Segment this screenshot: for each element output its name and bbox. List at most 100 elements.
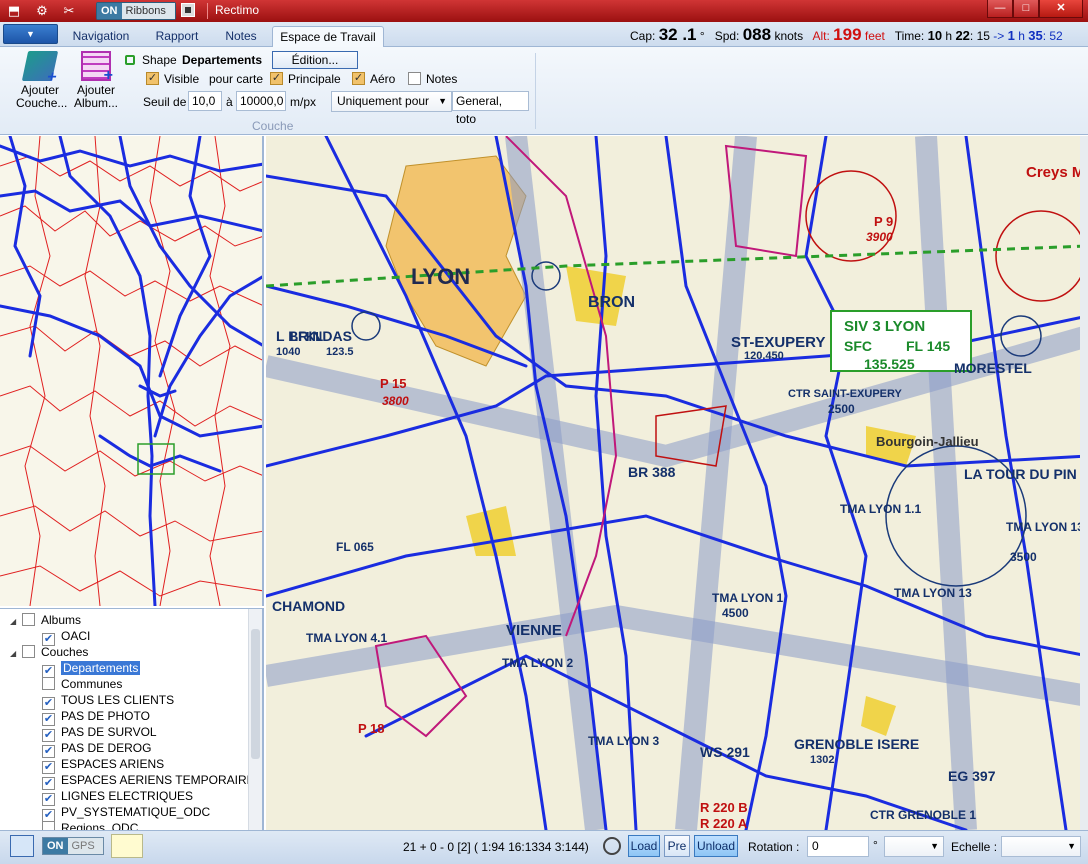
- close-button[interactable]: ✕: [1039, 0, 1083, 18]
- mode-select[interactable]: Uniquement pour ▼: [331, 91, 452, 112]
- unload-button[interactable]: Unload: [694, 835, 738, 857]
- note-box[interactable]: [111, 834, 143, 858]
- tree-layer-item[interactable]: Departements: [42, 661, 141, 678]
- principale-checkbox[interactable]: [270, 72, 283, 85]
- compass-dropdown[interactable]: ▼: [884, 836, 944, 857]
- layer-checkbox[interactable]: [42, 821, 55, 830]
- tree-layer-item[interactable]: PV_SYSTEMATIQUE_ODC: [42, 805, 210, 822]
- stop-button[interactable]: [181, 3, 195, 17]
- notes-checkbox[interactable]: [408, 72, 421, 85]
- eta-seconds: : 52: [1042, 29, 1063, 43]
- collapse-arrow-icon[interactable]: ◢: [10, 647, 22, 661]
- tree-layer-item[interactable]: ESPACES AERIENS TEMPORAIRES: [42, 773, 263, 790]
- layout-toggle-icon[interactable]: [10, 835, 34, 857]
- tree-layer-item[interactable]: PAS DE DEROG: [42, 741, 151, 758]
- settings-gear-icon[interactable]: ⚙: [33, 2, 51, 20]
- ribbon-panel: + Ajouter Couche... + Ajouter Album... S…: [0, 47, 1088, 135]
- time-h-unit: h: [945, 29, 953, 43]
- time-label: Time:: [894, 29, 925, 43]
- map-label-morestel: MORESTEL: [954, 360, 1032, 376]
- oaci-label: OACI: [61, 629, 91, 643]
- tab-notes[interactable]: Notes: [214, 26, 268, 47]
- couches-checkbox[interactable]: [22, 645, 35, 658]
- tree-layer-item[interactable]: Communes: [42, 677, 122, 692]
- seuil-unit: m/px: [290, 95, 317, 109]
- add-album-button[interactable]: + Ajouter Album...: [72, 51, 120, 110]
- albums-label: Albums: [41, 613, 82, 627]
- app-menu-button[interactable]: ▼: [3, 24, 58, 44]
- seuil-max-input[interactable]: 10000,0: [236, 91, 286, 111]
- time-minutes: 22: [955, 28, 970, 43]
- map-scrollbar[interactable]: [1080, 136, 1088, 830]
- zoom-target-icon[interactable]: [603, 837, 621, 855]
- title-separator: [207, 3, 208, 19]
- shape-name: Departements: [182, 53, 263, 67]
- map-label-tma-lyon-131: TMA LYON 13.1: [1006, 520, 1088, 534]
- overview-map[interactable]: [0, 136, 264, 606]
- layer-label: ESPACES AERIENS TEMPORAIRES: [61, 773, 263, 787]
- tree-layer-item[interactable]: ESPACES ARIENS: [42, 757, 164, 774]
- tree-node-albums[interactable]: ◢ Albums: [10, 613, 81, 628]
- layer-label: PAS DE PHOTO: [61, 709, 150, 723]
- tab-espace-de-travail[interactable]: Espace de Travail: [272, 26, 384, 47]
- tree-node-couches[interactable]: ◢ Couches: [10, 645, 88, 660]
- flight-status: Cap: 32 .1 ° Spd: 088 knots Alt: 199 fee…: [630, 25, 1063, 45]
- map-label-p15: P 15: [380, 376, 407, 391]
- ribbon-separator: [535, 53, 536, 129]
- tree-layer-item[interactable]: LIGNES ELECTRIQUES: [42, 789, 193, 806]
- collapse-arrow-icon[interactable]: ◢: [10, 615, 22, 629]
- maximize-button[interactable]: □: [1013, 0, 1039, 18]
- gps-label: GPS: [71, 840, 95, 852]
- map-label-eg397: EG 397: [948, 768, 996, 784]
- visible-checkbox[interactable]: [146, 72, 159, 85]
- tab-rapport[interactable]: Rapport: [146, 26, 208, 47]
- main-map[interactable]: LYON BRON LFKL L BRINDAS 123.5 1040 ST-E…: [266, 136, 1088, 830]
- degree-symbol: °: [873, 838, 878, 852]
- map-label-r220b: R 220 B: [700, 800, 748, 815]
- aero-checkbox[interactable]: [352, 72, 365, 85]
- map-label-3900: 3900: [866, 230, 893, 244]
- map-label-exupery-freq: 120.450: [744, 350, 784, 362]
- mode-value-input[interactable]: General, toto: [452, 91, 529, 126]
- layer-label: Communes: [61, 677, 123, 691]
- map-label-br388: BR 388: [628, 464, 676, 480]
- edition-button[interactable]: Édition...: [272, 51, 358, 69]
- map-label-vienne: VIENNE: [506, 622, 562, 639]
- tree-layer-item[interactable]: PAS DE SURVOL: [42, 725, 157, 742]
- aero-label: Aéro: [370, 72, 396, 86]
- load-button[interactable]: Load: [628, 835, 660, 857]
- map-label-siv: SIV 3 LYON: [844, 318, 926, 335]
- tab-navigation[interactable]: Navigation: [60, 26, 142, 47]
- time-seconds: : 15: [969, 29, 990, 43]
- tree-scrollbar[interactable]: [248, 609, 262, 830]
- albums-checkbox[interactable]: [22, 613, 35, 626]
- seuil-min-input[interactable]: 10,0: [188, 91, 222, 111]
- ribbons-toggle[interactable]: ON Ribbons: [96, 2, 176, 20]
- map-label-ctr-grenoble: CTR GRENOBLE 1: [870, 808, 977, 822]
- spd-unit: knots: [774, 29, 804, 43]
- pour-carte-label: pour carte: [209, 72, 264, 86]
- lock-icon[interactable]: [125, 55, 135, 65]
- map-label-brindas: L BRINDAS: [276, 328, 352, 344]
- tree-node-oaci[interactable]: OACI: [42, 629, 91, 646]
- layers-icon: +: [21, 51, 58, 86]
- add-layer-button[interactable]: + Ajouter Couche...: [16, 51, 67, 110]
- scrollbar-thumb[interactable]: [251, 629, 260, 759]
- echelle-dropdown[interactable]: ▼: [1001, 836, 1081, 857]
- map-label-4500: 4500: [722, 606, 749, 620]
- map-label-siv-sfc: SFC: [844, 338, 872, 354]
- tree-layer-item[interactable]: TOUS LES CLIENTS: [42, 693, 175, 710]
- layer-label: TOUS LES CLIENTS: [61, 693, 175, 707]
- map-label-r220a: R 220 A: [700, 816, 748, 830]
- rotation-input[interactable]: 0: [807, 836, 869, 857]
- layer-checkbox[interactable]: [42, 677, 55, 690]
- gps-toggle[interactable]: ON GPS: [42, 837, 104, 855]
- tree-layer-item[interactable]: PAS DE PHOTO: [42, 709, 150, 726]
- map-label-bourgoin: Bourgoin-Jallieu: [876, 434, 979, 449]
- pre-button[interactable]: Pre: [664, 835, 690, 857]
- alt-value: 199: [833, 25, 862, 44]
- minimize-button[interactable]: —: [987, 0, 1013, 18]
- tree-layer-item[interactable]: Regions_ODC: [42, 821, 138, 830]
- map-label-la-tour-du-pin: LA TOUR DU PIN: [964, 466, 1077, 482]
- tools-icon[interactable]: ✂: [60, 2, 78, 20]
